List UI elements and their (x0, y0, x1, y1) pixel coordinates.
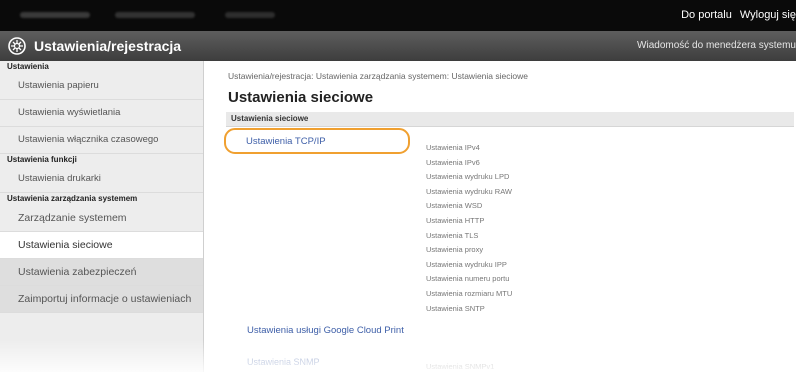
list-item: Ustawienia wydruku LPD (426, 172, 510, 182)
list-item: Ustawienia wydruku IPP (426, 259, 507, 269)
sidebar-group-functions: Ustawienia funkcji (7, 155, 77, 164)
sidebar-item-timer[interactable]: Ustawienia włącznika czasowego (0, 127, 203, 154)
blurred-text (225, 12, 275, 18)
list-item: Ustawienia IPv4 (426, 143, 480, 152)
sidebar-item-security[interactable]: Ustawienia zabezpieczeń (0, 259, 203, 286)
main-content: Ustawienia/rejestracja: Ustawienia zarzą… (212, 61, 796, 372)
list-item: Ustawienia rozmiaru MTU (426, 288, 513, 298)
admin-message-link[interactable]: Wiadomość do menedżera systemu (637, 40, 796, 51)
sidebar: Ustawienia Ustawienia papieru Ustawienia… (0, 61, 204, 372)
list-item: Ustawienia numeru portu (426, 274, 510, 284)
blurred-text (20, 12, 90, 18)
top-links: Do portalu Wyloguj się (673, 9, 796, 21)
sidebar-item-display[interactable]: Ustawienia wyświetlania (0, 100, 203, 127)
list-item: Ustawienia wydruku RAW (426, 186, 512, 196)
header-bar: Ustawienia/rejestracja Wiadomość do mene… (0, 31, 796, 61)
list-item: Ustawienia TLS (426, 230, 479, 240)
sidebar-item-printer[interactable]: Ustawienia drukarki (0, 166, 203, 193)
sidebar-item-system-management[interactable]: Zarządzanie systemem (0, 205, 203, 232)
section-header: Ustawienia sieciowe (226, 112, 794, 127)
app-title: Ustawienia/rejestracja (34, 38, 182, 54)
section-header-label: Ustawienia sieciowe (231, 114, 309, 123)
tcpip-settings-label[interactable]: Ustawienia TCP/IP (246, 136, 326, 147)
list-item: Ustawienia proxy (426, 245, 484, 255)
tcpip-settings-link[interactable]: Ustawienia TCP/IP (224, 128, 410, 154)
logout-link[interactable]: Wyloguj się (740, 9, 796, 21)
sidebar-group-settings: Ustawienia (7, 62, 49, 71)
list-item: Ustawienia HTTP (426, 215, 485, 225)
snmp-settings-link[interactable]: Ustawienia SNMP (247, 357, 320, 367)
portal-link[interactable]: Do portalu (681, 9, 732, 21)
list-item: Ustawienia WSD (426, 201, 483, 211)
page-title: Ustawienia sieciowe (228, 89, 374, 106)
blurred-text (115, 12, 195, 18)
breadcrumb: Ustawienia/rejestracja: Ustawienia zarzą… (228, 71, 528, 81)
sidebar-item-network[interactable]: Ustawienia sieciowe (0, 232, 203, 259)
sidebar-item-paper[interactable]: Ustawienia papieru (0, 73, 203, 100)
snmp-subitem: Ustawienia SNMPv1 (426, 362, 495, 371)
settings-registration-icon (8, 37, 26, 55)
list-item: Ustawienia IPv6 (426, 157, 480, 167)
sidebar-group-system: Ustawienia zarządzania systemem (7, 194, 138, 203)
google-cloud-print-link[interactable]: Ustawienia usługi Google Cloud Print (247, 323, 407, 338)
tcpip-subitems: Ustawienia IPv4 Ustawienia IPv6 Ustawien… (426, 141, 512, 316)
top-bar: Do portalu Wyloguj się (0, 0, 796, 31)
list-item: Ustawienia SNTP (426, 303, 485, 313)
sidebar-item-import[interactable]: Zaimportuj informacje o ustawieniach (0, 286, 203, 313)
